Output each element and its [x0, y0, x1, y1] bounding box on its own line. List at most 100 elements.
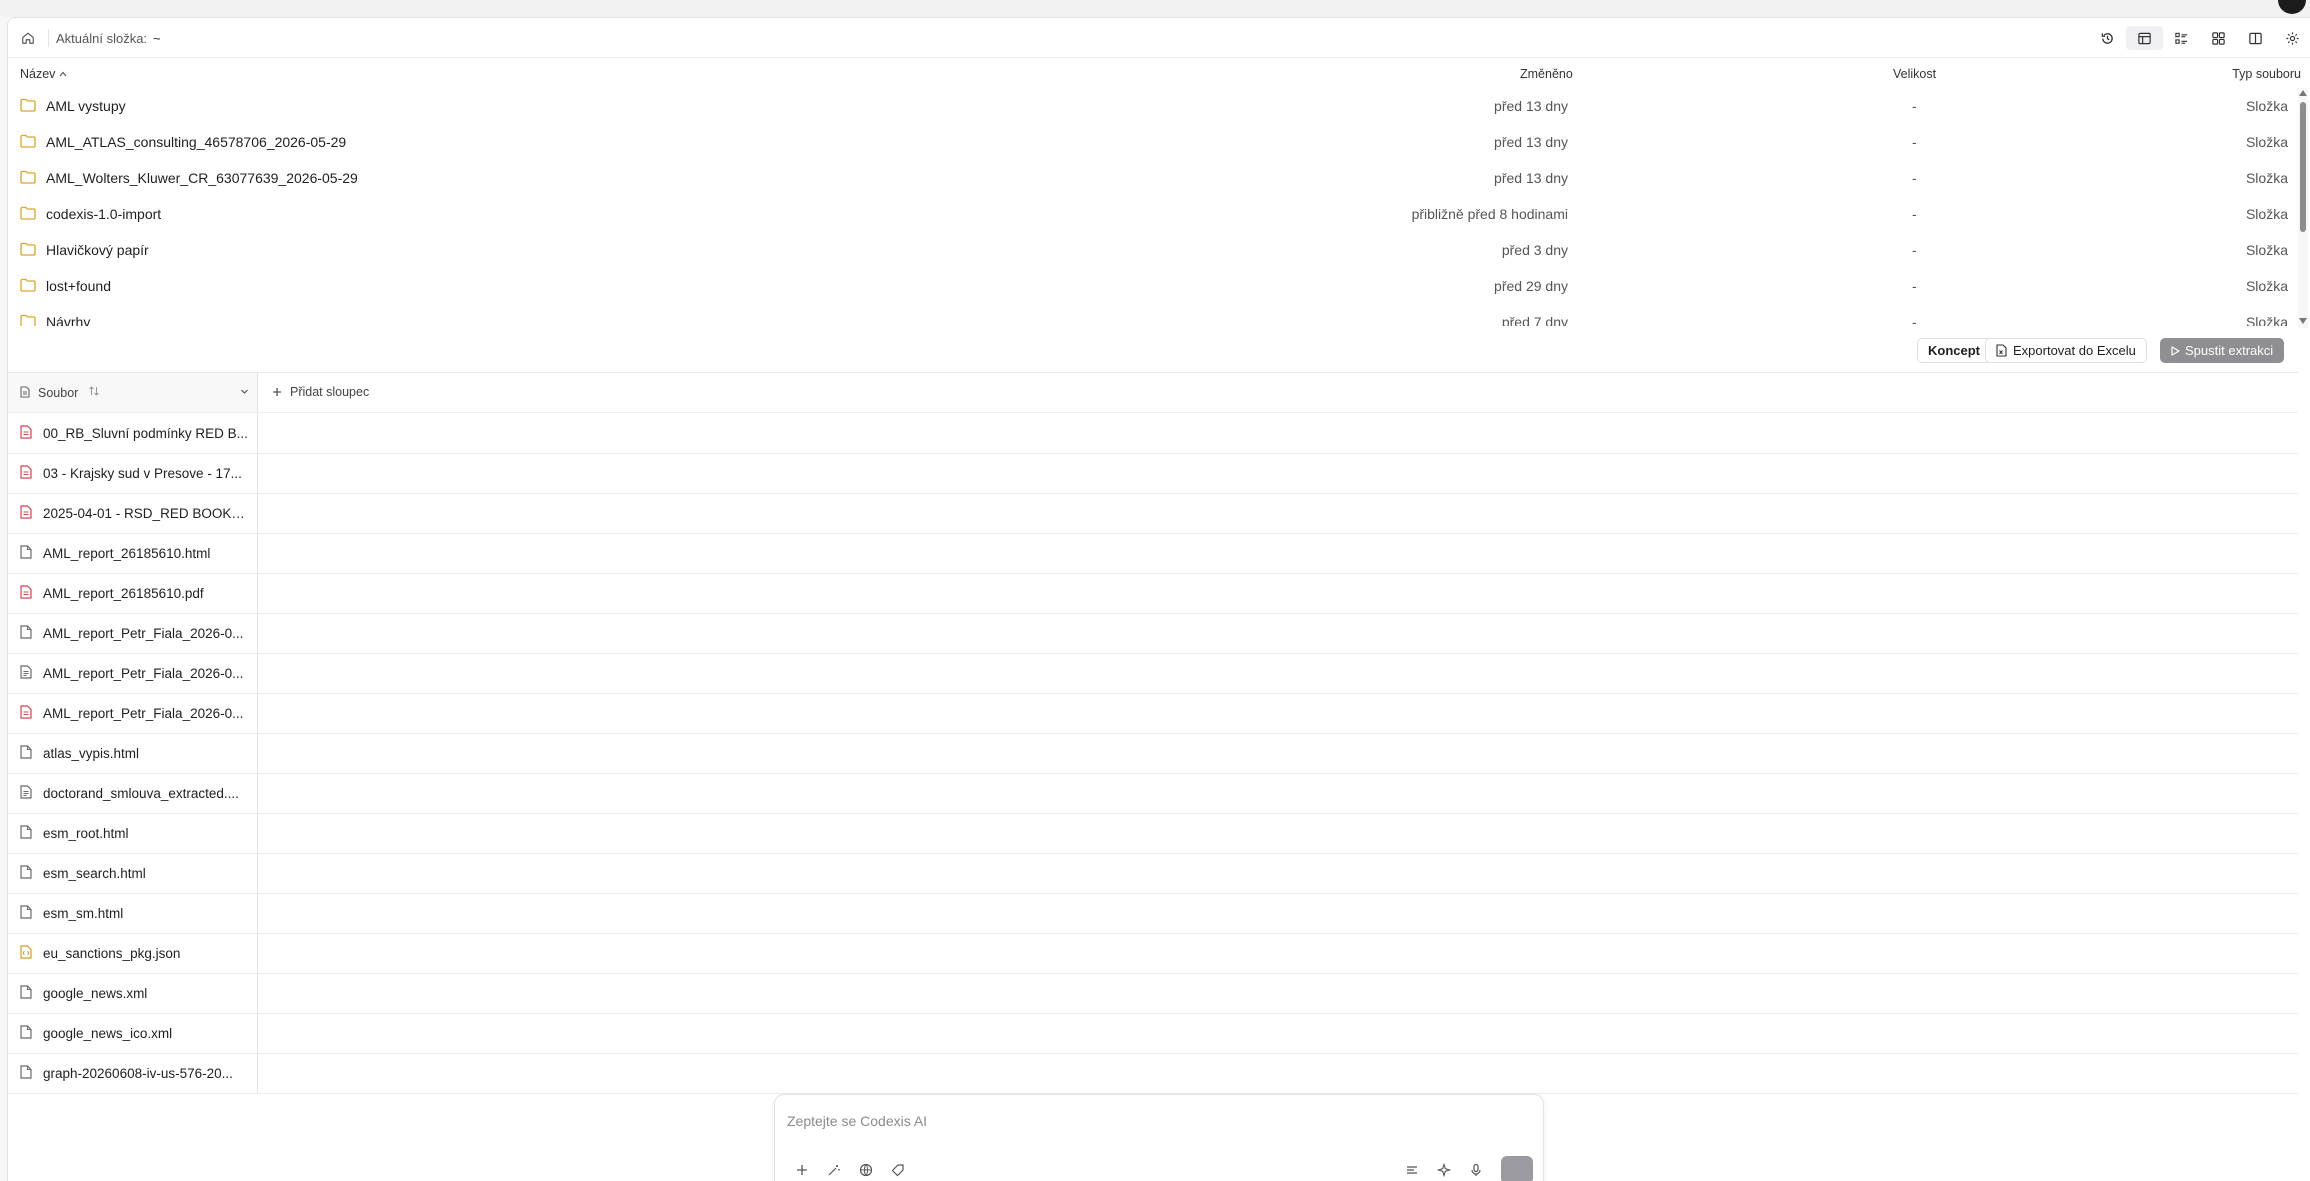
- file-column-icon: [20, 386, 30, 398]
- plus-icon[interactable]: [795, 1163, 809, 1177]
- add-column-button[interactable]: Přidat sloupec: [272, 385, 369, 399]
- file-cell[interactable]: 2025-04-01 - RSD_RED BOOK_...: [8, 493, 258, 533]
- folder-type: Složka: [2245, 134, 2288, 150]
- filter-options-icon[interactable]: [1405, 1163, 1419, 1177]
- settings-icon[interactable]: [2274, 26, 2310, 50]
- sparkle-icon[interactable]: [1437, 1163, 1451, 1177]
- table-row[interactable]: esm_sm.html: [8, 893, 2298, 934]
- column-header-size[interactable]: Velikost: [1893, 67, 1936, 81]
- folder-row[interactable]: Návrhy před 7 dny - Složka: [8, 304, 2298, 326]
- file-cell[interactable]: AML_report_Petr_Fiala_2026-0...: [8, 613, 258, 653]
- table-row[interactable]: eu_sanctions_pkg.json: [8, 933, 2298, 974]
- file-cell[interactable]: esm_root.html: [8, 813, 258, 853]
- list-view-icon[interactable]: [2163, 26, 2200, 50]
- column-header-modified[interactable]: Změněno: [1520, 67, 1573, 81]
- table-row[interactable]: esm_search.html: [8, 853, 2298, 894]
- folder-name: AML_Wolters_Kluwer_CR_63077639_2026-05-2…: [46, 170, 358, 186]
- draft-button[interactable]: Koncept: [1917, 338, 1991, 363]
- folder-list-scrollbar[interactable]: [2298, 88, 2308, 328]
- file-cell[interactable]: 03 - Krajsky sud v Presove - 17...: [8, 453, 258, 493]
- table-row[interactable]: AML_report_Petr_Fiala_2026-0...: [8, 693, 2298, 734]
- scroll-down-arrow-icon[interactable]: [2299, 318, 2307, 324]
- file-icon: [20, 745, 32, 759]
- chevron-down-icon[interactable]: [240, 387, 249, 396]
- file-cell[interactable]: AML_report_26185610.html: [8, 533, 258, 573]
- microphone-icon[interactable]: [1469, 1163, 1483, 1177]
- export-excel-button[interactable]: Exportovat do Excelu: [1985, 338, 2147, 363]
- folder-modified: před 29 dny: [1494, 278, 1568, 294]
- file-cell[interactable]: atlas_vypis.html: [8, 733, 258, 773]
- file-cell[interactable]: google_news.xml: [8, 973, 258, 1013]
- table-row[interactable]: AML_report_Petr_Fiala_2026-0...: [8, 653, 2298, 694]
- chat-input[interactable]: [787, 1113, 1487, 1129]
- table-row[interactable]: AML_report_26185610.pdf: [8, 573, 2298, 614]
- folder-size: -: [1912, 314, 1917, 326]
- tag-icon[interactable]: [891, 1163, 905, 1177]
- table-row[interactable]: esm_root.html: [8, 813, 2298, 854]
- file-cell[interactable]: eu_sanctions_pkg.json: [8, 933, 258, 973]
- run-extraction-button[interactable]: Spustit extrakci: [2160, 338, 2285, 363]
- table-row[interactable]: graph-20260608-iv-us-576-20...: [8, 1053, 2298, 1094]
- folder-type: Složka: [2245, 206, 2288, 222]
- folder-size: -: [1912, 242, 1917, 258]
- folder-name: lost+found: [46, 278, 111, 294]
- magic-wand-icon[interactable]: [827, 1163, 841, 1177]
- scrollbar-thumb[interactable]: [2300, 102, 2306, 232]
- folder-row[interactable]: lost+found před 29 dny - Složka: [8, 268, 2298, 304]
- current-folder-path[interactable]: ~: [153, 31, 161, 46]
- file-cell[interactable]: google_news_ico.xml: [8, 1013, 258, 1053]
- file-cell[interactable]: 00_RB_Sluvní podmínky RED B...: [8, 413, 258, 453]
- text-file-icon: [20, 785, 32, 799]
- folder-icon: [20, 206, 36, 220]
- history-icon[interactable]: [2089, 26, 2126, 50]
- send-button[interactable]: [1501, 1156, 1533, 1181]
- folder-row[interactable]: AML vystupy před 13 dny - Složka: [8, 88, 2298, 124]
- split-view-icon[interactable]: [2237, 26, 2274, 50]
- file-cell[interactable]: AML_report_26185610.pdf: [8, 573, 258, 613]
- export-excel-label: Exportovat do Excelu: [2013, 343, 2136, 358]
- file-cell[interactable]: AML_report_Petr_Fiala_2026-0...: [8, 653, 258, 693]
- folder-list-header: Název Změněno Velikost Typ souboru: [8, 58, 2310, 88]
- table-row[interactable]: doctorand_smlouva_extracted....: [8, 773, 2298, 814]
- file-cell[interactable]: esm_search.html: [8, 853, 258, 893]
- column-header-name[interactable]: Název: [20, 67, 67, 81]
- ai-chat-box: [774, 1094, 1544, 1181]
- table-row[interactable]: google_news_ico.xml: [8, 1013, 2298, 1054]
- table-row[interactable]: atlas_vypis.html: [8, 733, 2298, 774]
- folder-name: Hlavičkový papír: [46, 242, 149, 258]
- file-cell[interactable]: doctorand_smlouva_extracted....: [8, 773, 258, 813]
- folder-type: Složka: [2245, 314, 2288, 326]
- file-cell[interactable]: AML_report_Petr_Fiala_2026-0...: [8, 693, 258, 733]
- folder-row[interactable]: AML_Wolters_Kluwer_CR_63077639_2026-05-2…: [8, 160, 2298, 196]
- column-header-type[interactable]: Typ souboru: [2232, 67, 2301, 81]
- file-name: AML_report_Petr_Fiala_2026-0...: [43, 706, 244, 721]
- table-row[interactable]: google_news.xml: [8, 973, 2298, 1014]
- table-view-icon[interactable]: [2126, 26, 2163, 50]
- sort-toggle-icon[interactable]: [88, 385, 100, 397]
- file-name: AML_report_26185610.pdf: [43, 586, 204, 601]
- sort-ascending-icon: [59, 70, 67, 78]
- folder-name: codexis-1.0-import: [46, 206, 162, 222]
- home-icon[interactable]: [18, 28, 38, 48]
- table-row[interactable]: 00_RB_Sluvní podmínky RED B...: [8, 413, 2298, 454]
- globe-icon[interactable]: [859, 1163, 873, 1177]
- folder-type: Složka: [2245, 278, 2288, 294]
- table-row[interactable]: AML_report_Petr_Fiala_2026-0...: [8, 613, 2298, 654]
- draft-button-label: Koncept: [1928, 343, 1980, 358]
- folder-type: Složka: [2245, 242, 2288, 258]
- file-name: 03 - Krajsky sud v Presove - 17...: [43, 466, 242, 481]
- folder-row[interactable]: codexis-1.0-import přibližně před 8 hodi…: [8, 196, 2298, 232]
- table-row[interactable]: AML_report_26185610.html: [8, 533, 2298, 574]
- file-cell[interactable]: graph-20260608-iv-us-576-20...: [8, 1053, 258, 1093]
- file-icon: [20, 545, 32, 559]
- file-column-header[interactable]: Soubor: [8, 373, 258, 412]
- table-row[interactable]: 03 - Krajsky sud v Presove - 17...: [8, 453, 2298, 494]
- folder-row[interactable]: AML_ATLAS_consulting_46578706_2026-05-29…: [8, 124, 2298, 160]
- table-row[interactable]: 2025-04-01 - RSD_RED BOOK_...: [8, 493, 2298, 534]
- file-cell[interactable]: esm_sm.html: [8, 893, 258, 933]
- scroll-up-arrow-icon[interactable]: [2299, 90, 2307, 96]
- folder-modified: před 7 dny: [1501, 314, 1568, 326]
- grid-view-icon[interactable]: [2200, 26, 2237, 50]
- folder-row[interactable]: Hlavičkový papír před 3 dny - Složka: [8, 232, 2298, 268]
- file-name: atlas_vypis.html: [43, 746, 140, 761]
